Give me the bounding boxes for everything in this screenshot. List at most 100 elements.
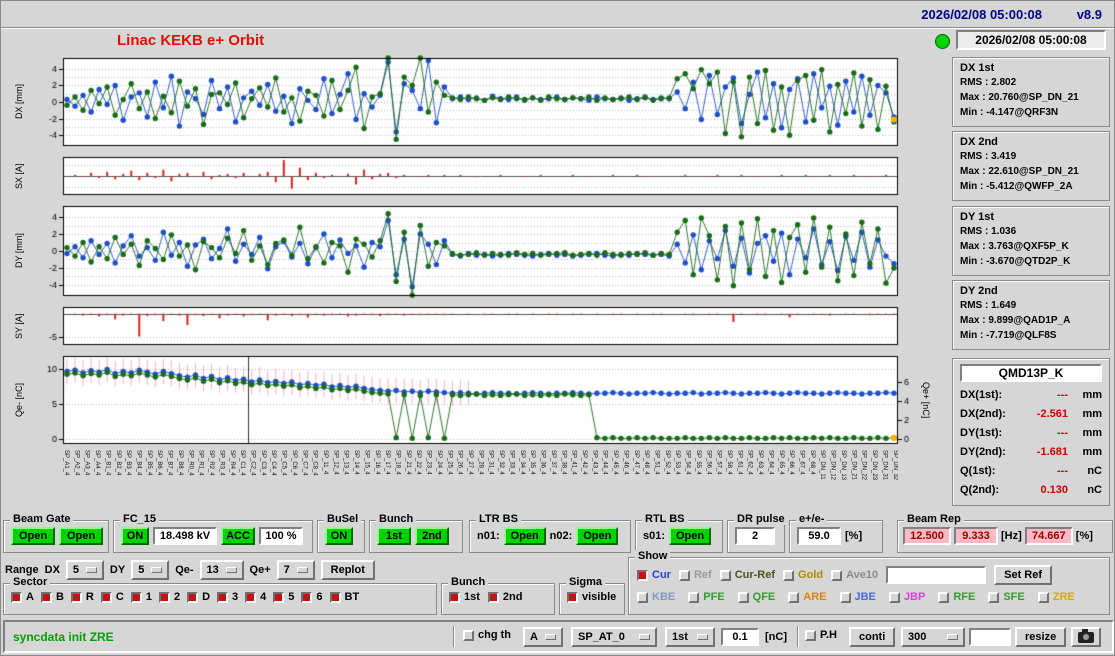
x-axis-label: SP_DN_12 xyxy=(830,450,836,512)
sector-item-a-checkbox[interactable] xyxy=(11,592,22,603)
show-item-cur-checkbox[interactable] xyxy=(637,570,648,581)
ref-input[interactable] xyxy=(886,566,986,584)
x-axis-labels: SP_A1_4SP_A2_4SP_A3_4SP_A4_4SP_B1_4SP_B2… xyxy=(63,450,898,512)
threshold-input[interactable]: 0.1 xyxy=(721,628,759,646)
sigma-item-visible-checkbox[interactable] xyxy=(567,592,578,603)
show-item-jbp-checkbox[interactable] xyxy=(889,592,900,603)
sector-item-d-checkbox[interactable] xyxy=(187,592,198,603)
stat-rms: RMS : 2.802 xyxy=(960,75,1107,90)
x-axis-label: SP_36_4 xyxy=(540,450,546,512)
monitor-select-combo[interactable]: SP_AT_0 xyxy=(571,627,657,647)
monitor-row: Q(2nd):0.130nC xyxy=(960,481,1102,500)
range-qem-combo[interactable]: 13 xyxy=(200,560,244,580)
range-dy-combo[interactable]: 5 xyxy=(131,560,169,580)
x-axis-label: SP_61_4 xyxy=(736,450,742,512)
sector-item-4-checkbox[interactable] xyxy=(245,592,256,603)
monitor-row-unit: nC xyxy=(1068,462,1102,481)
bunch-2nd-button[interactable]: 2nd xyxy=(415,527,449,545)
beam-gate-open-2-button[interactable]: Open xyxy=(59,527,103,545)
x-axis-label: SP_DN_13 xyxy=(840,450,846,512)
sector-item-2-checkbox[interactable] xyxy=(159,592,170,603)
show-item-ref: Ref xyxy=(679,569,712,581)
dx-chart xyxy=(37,55,917,149)
resize-button[interactable]: resize xyxy=(1015,627,1066,647)
rtl-s01-open-button[interactable]: Open xyxy=(669,527,711,545)
conti-button[interactable]: conti xyxy=(849,627,895,647)
chg-th-checkbox[interactable] xyxy=(463,630,474,641)
sector-item-c-checkbox[interactable] xyxy=(101,592,112,603)
sigma-item-visible: visible xyxy=(567,591,616,603)
sector-item-1-checkbox[interactable] xyxy=(131,592,142,603)
range-qep-combo[interactable]: 7 xyxy=(277,560,315,580)
range-dy-label: DY xyxy=(110,564,125,576)
show-item-zre-label: ZRE xyxy=(1053,591,1075,603)
range-qem-label: Qe- xyxy=(175,564,193,576)
dropdown-indicator-icon xyxy=(697,634,708,640)
busel-on-button[interactable]: ON xyxy=(325,527,353,545)
x-axis-label: SP_DN_31 xyxy=(881,450,887,512)
ltr-n02-open-button[interactable]: Open xyxy=(576,527,618,545)
show-item-ave10: Ave10 xyxy=(831,569,878,581)
fc15-on-button[interactable]: ON xyxy=(121,527,149,545)
monitor-row-label: DY(1st): xyxy=(960,424,1018,443)
show-item-qfe-checkbox[interactable] xyxy=(738,592,749,603)
show-item-rfe-label: RFE xyxy=(953,591,975,603)
x-axis-label: SP_41_4 xyxy=(571,450,577,512)
fc15-acc-button[interactable]: ACC xyxy=(221,527,255,545)
interval-combo[interactable]: 300 xyxy=(901,627,965,647)
x-axis-label: SP_43_4 xyxy=(591,450,597,512)
bunch-1st-button[interactable]: 1st xyxy=(377,527,411,545)
show-group: Show CurRefCur-RefGoldAve10 Set Ref KBEP… xyxy=(628,557,1110,615)
sector-item-5-checkbox[interactable] xyxy=(273,592,284,603)
dr-pulse-group-label: DR pulse xyxy=(734,513,788,525)
show-item-are-checkbox[interactable] xyxy=(788,592,799,603)
bunch-item-1st-checkbox[interactable] xyxy=(449,592,460,603)
bunch-item-2nd-checkbox[interactable] xyxy=(488,592,499,603)
ratio-input[interactable]: 59.0 xyxy=(797,527,841,545)
show-item-pfe-checkbox[interactable] xyxy=(688,592,699,603)
show-item-jbp-label: JBP xyxy=(904,591,925,603)
set-ref-button[interactable]: Set Ref xyxy=(994,565,1052,585)
show-item-kbe-checkbox[interactable] xyxy=(637,592,648,603)
show-item-gold-checkbox[interactable] xyxy=(783,570,794,581)
sector-item-b-checkbox[interactable] xyxy=(41,592,52,603)
ph-checkbox[interactable] xyxy=(805,630,816,641)
sector-item-r-checkbox[interactable] xyxy=(71,592,82,603)
dropdown-indicator-icon xyxy=(639,634,650,640)
ltr-n01-open-button[interactable]: Open xyxy=(504,527,546,545)
sector-select-value: A xyxy=(530,631,538,643)
beam-gate-open-1-button[interactable]: Open xyxy=(11,527,55,545)
sector-item-3-checkbox[interactable] xyxy=(217,592,228,603)
dy-axis-label: DY [mm] xyxy=(11,203,27,299)
show-item-ave10-checkbox[interactable] xyxy=(831,570,842,581)
range-dx-combo[interactable]: 5 xyxy=(66,560,104,580)
monitor-name[interactable]: QMD13P_K xyxy=(960,364,1102,382)
bunch-select-combo[interactable]: 1st xyxy=(665,627,715,647)
fc15-percent-value: 100 % xyxy=(259,527,303,545)
spare-input[interactable] xyxy=(969,628,1011,646)
show-item-jbp: JBP xyxy=(889,591,925,603)
show-item-sfe-checkbox[interactable] xyxy=(988,592,999,603)
x-axis-label: SP_34_4 xyxy=(519,450,525,512)
sector-item-5: 5 xyxy=(273,591,294,603)
show-item-ref-checkbox[interactable] xyxy=(679,570,690,581)
replot-button[interactable]: Replot xyxy=(321,560,375,580)
stat-max: Max : 9.899@QAD1P_A xyxy=(960,313,1107,328)
monitor-row-unit: mm xyxy=(1068,405,1102,424)
sector-item-6-checkbox[interactable] xyxy=(301,592,312,603)
sector-select-combo[interactable]: A xyxy=(523,627,563,647)
screenshot-button[interactable] xyxy=(1071,627,1101,647)
dr-pulse-input[interactable]: 2 xyxy=(735,527,775,545)
show-item-rfe-checkbox[interactable] xyxy=(938,592,949,603)
show-item-jbe-checkbox[interactable] xyxy=(840,592,851,603)
monitor-row-value: 0.130 xyxy=(1018,481,1068,500)
bunch-item-1st: 1st xyxy=(449,591,480,603)
show-item-cur-ref-checkbox[interactable] xyxy=(720,570,731,581)
show-item-zre-checkbox[interactable] xyxy=(1038,592,1049,603)
x-axis-label: SP_B2_4 xyxy=(115,450,121,512)
sector-item-bt-checkbox[interactable] xyxy=(330,592,341,603)
monitor-rows: DX(1st):---mmDX(2nd):-2.561mmDY(1st):---… xyxy=(960,386,1102,500)
sigma-item-visible-label: visible xyxy=(582,591,616,603)
show-group-label: Show xyxy=(635,550,670,562)
x-axis-label: SP_B3_4 xyxy=(125,450,131,512)
